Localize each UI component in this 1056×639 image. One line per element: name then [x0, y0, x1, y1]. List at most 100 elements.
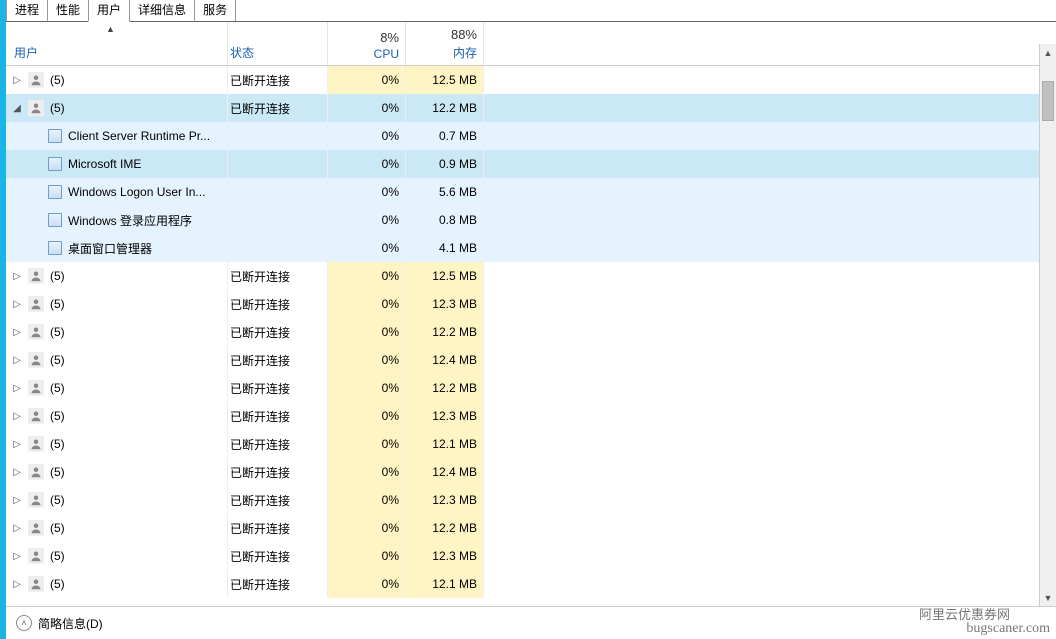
- memory-value: 0.7 MB: [439, 129, 477, 143]
- chevron-right-icon[interactable]: ▷: [6, 551, 28, 562]
- user-row[interactable]: ▷(5)已断开连接0%12.4 MB: [6, 346, 1056, 374]
- memory-total-percent: 88%: [451, 27, 477, 42]
- process-row[interactable]: 桌面窗口管理器0%4.1 MB: [6, 234, 1056, 262]
- user-avatar-icon: [28, 548, 44, 564]
- chevron-down-icon[interactable]: ◢: [6, 103, 28, 114]
- process-icon: [48, 213, 62, 227]
- scroll-up-button[interactable]: ▲: [1040, 44, 1056, 61]
- cell-name: Microsoft IME: [6, 150, 228, 178]
- tab-performance[interactable]: 性能: [47, 0, 89, 22]
- cell-cpu: 0%: [328, 262, 406, 290]
- cell-cpu: 0%: [328, 178, 406, 206]
- scroll-down-button[interactable]: ▼: [1040, 589, 1056, 606]
- process-row[interactable]: Client Server Runtime Pr...0%0.7 MB: [6, 122, 1056, 150]
- column-header-cpu[interactable]: 8% CPU: [328, 22, 406, 65]
- fewer-details-button[interactable]: ˄ 简略信息(D): [16, 615, 103, 632]
- user-row[interactable]: ▷(5)已断开连接0%12.3 MB: [6, 290, 1056, 318]
- user-row[interactable]: ▷(5)已断开连接0%12.2 MB: [6, 374, 1056, 402]
- process-row[interactable]: Microsoft IME0%0.9 MB: [6, 150, 1056, 178]
- cell-name: ▷ (5): [6, 570, 228, 598]
- cell-memory: 12.4 MB: [406, 346, 484, 374]
- cell-status: [228, 234, 328, 262]
- tab-details[interactable]: 详细信息: [129, 0, 195, 22]
- process-row[interactable]: Windows 登录应用程序0%0.8 MB: [6, 206, 1056, 234]
- cell-cpu: 0%: [328, 290, 406, 318]
- status-text: 已断开连接: [230, 100, 290, 117]
- chevron-right-icon[interactable]: ▷: [6, 467, 28, 478]
- scroll-track[interactable]: [1040, 61, 1056, 589]
- row-name-text: (5): [50, 297, 65, 311]
- chevron-right-icon[interactable]: ▷: [6, 327, 28, 338]
- tab-services[interactable]: 服务: [194, 0, 236, 22]
- cpu-total-percent: 8%: [380, 30, 399, 45]
- cell-rest: [484, 486, 1056, 514]
- user-avatar-icon: [28, 324, 44, 340]
- cpu-value: 0%: [382, 325, 399, 339]
- column-header-memory[interactable]: 88% 内存: [406, 22, 484, 65]
- cell-name: ▷(5): [6, 430, 228, 458]
- chevron-right-icon[interactable]: ▷: [6, 523, 28, 534]
- memory-value: 12.2 MB: [432, 101, 477, 115]
- cell-status: 已断开连接: [228, 570, 328, 598]
- user-row[interactable]: ▷(5)已断开连接0%12.5 MB: [6, 262, 1056, 290]
- column-label-status: 状态: [230, 44, 327, 61]
- cpu-value: 0%: [382, 409, 399, 423]
- user-row[interactable]: ▷(5)已断开连接0%12.1 MB: [6, 430, 1056, 458]
- cpu-value: 0%: [382, 213, 399, 227]
- tab-users[interactable]: 用户: [88, 0, 130, 22]
- cell-status: [228, 206, 328, 234]
- user-row[interactable]: ▷(5)已断开连接0%12.3 MB: [6, 486, 1056, 514]
- row-name-text: (5): [50, 577, 65, 591]
- scroll-thumb[interactable]: [1042, 81, 1054, 121]
- cell-rest: [484, 514, 1056, 542]
- user-avatar-icon: [28, 100, 44, 116]
- row-name-text: (5): [50, 353, 65, 367]
- chevron-right-icon[interactable]: ▷: [6, 495, 28, 506]
- user-row[interactable]: ▷(5)已断开连接0%12.3 MB: [6, 542, 1056, 570]
- cpu-value: 0%: [382, 381, 399, 395]
- column-header-status[interactable]: 状态: [228, 22, 328, 65]
- user-row[interactable]: ▷(5)已断开连接0%12.3 MB: [6, 402, 1056, 430]
- cell-cpu: 0%: [328, 486, 406, 514]
- user-row[interactable]: ▷(5)已断开连接0%12.4 MB: [6, 458, 1056, 486]
- chevron-right-icon[interactable]: ▷: [6, 271, 28, 282]
- column-header-user[interactable]: ▲ 用户: [6, 22, 228, 65]
- cell-status: 已断开连接: [228, 458, 328, 486]
- cell-cpu: 0%: [328, 122, 406, 150]
- status-text: 已断开连接: [230, 436, 290, 453]
- status-text: 已断开连接: [230, 464, 290, 481]
- cell-status: 已断开连接: [228, 402, 328, 430]
- cell-cpu: 0%: [328, 514, 406, 542]
- cell-memory: 4.1 MB: [406, 234, 484, 262]
- cell-cpu: 0%: [328, 66, 406, 94]
- chevron-right-icon[interactable]: ▷: [6, 411, 28, 422]
- chevron-right-icon[interactable]: ▷: [6, 355, 28, 366]
- memory-value: 12.5 MB: [432, 73, 477, 87]
- sort-chevron-icon: ▲: [106, 24, 115, 34]
- row-name-text: (5): [50, 493, 65, 507]
- cell-status: 已断开连接: [228, 430, 328, 458]
- chevron-right-icon[interactable]: ▷: [6, 439, 28, 450]
- user-row[interactable]: ▷(5)已断开连接0%12.2 MB: [6, 318, 1056, 346]
- memory-value: 12.2 MB: [432, 325, 477, 339]
- cell-memory: 0.7 MB: [406, 122, 484, 150]
- cpu-value: 0%: [382, 297, 399, 311]
- user-row[interactable]: ◢(5)已断开连接0%12.2 MB: [6, 94, 1056, 122]
- user-avatar-icon: [28, 464, 44, 480]
- tab-processes[interactable]: 进程: [6, 0, 48, 22]
- chevron-right-icon[interactable]: ▷: [6, 75, 28, 86]
- row-name-text: (5): [50, 465, 65, 479]
- chevron-right-icon[interactable]: ▷: [6, 579, 28, 590]
- cpu-value: 0%: [382, 521, 399, 535]
- chevron-right-icon[interactable]: ▷: [6, 383, 28, 394]
- memory-value: 12.3 MB: [432, 549, 477, 563]
- user-row[interactable]: ▷(5)已断开连接0%12.2 MB: [6, 514, 1056, 542]
- user-row[interactable]: ▷(5)已断开连接0%12.5 MB: [6, 66, 1056, 94]
- cell-status: 已断开连接: [228, 318, 328, 346]
- user-avatar-icon: [28, 380, 44, 396]
- chevron-right-icon[interactable]: ▷: [6, 299, 28, 310]
- cell-status: 已断开连接: [228, 66, 328, 94]
- vertical-scrollbar[interactable]: ▲ ▼: [1039, 44, 1056, 606]
- process-row[interactable]: Windows Logon User In...0%5.6 MB: [6, 178, 1056, 206]
- user-row[interactable]: ▷(5)已断开连接0%12.1 MB: [6, 570, 1056, 598]
